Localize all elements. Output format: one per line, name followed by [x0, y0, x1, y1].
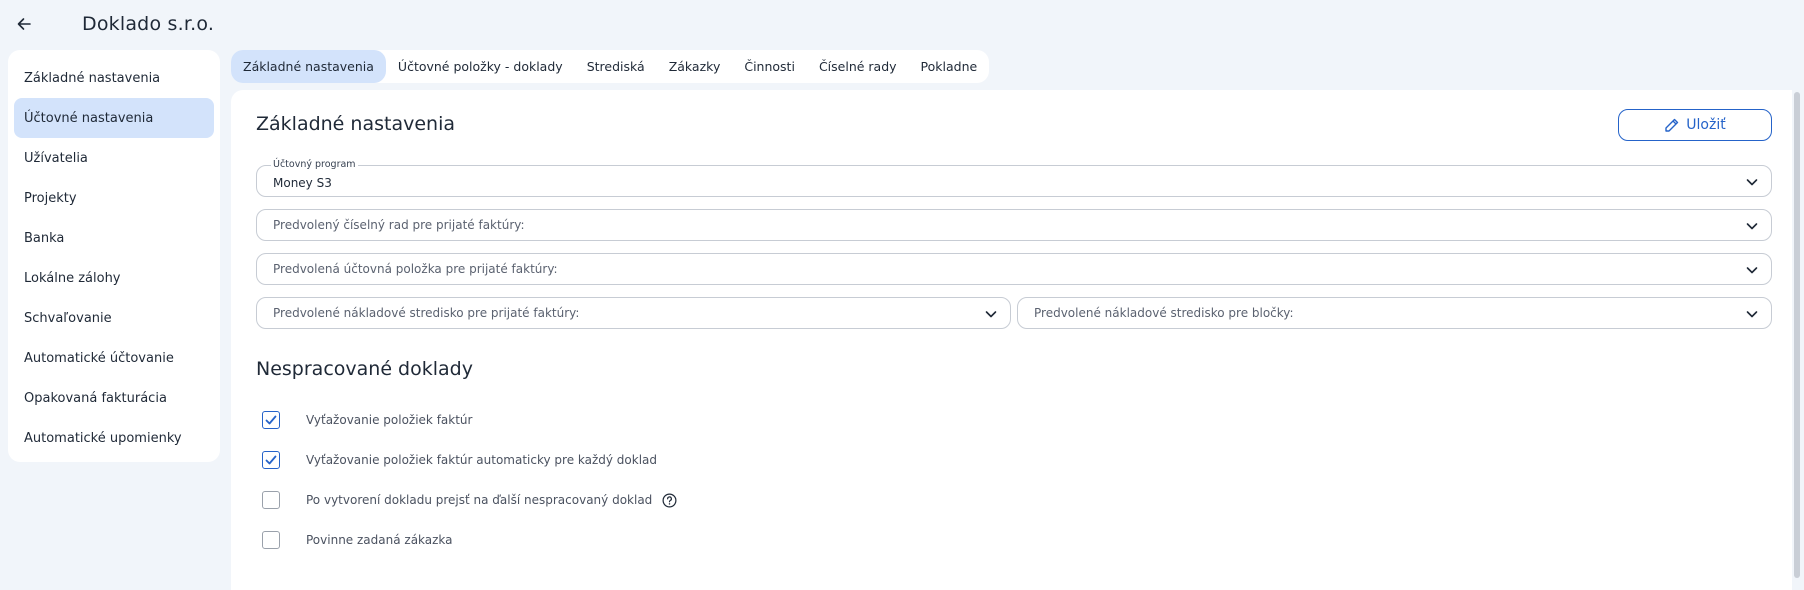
help-icon[interactable] [662, 493, 677, 508]
chevron-down-icon [985, 311, 997, 318]
checkmark-icon [265, 455, 277, 465]
tab-orders[interactable]: Zákazky [657, 50, 733, 83]
top-bar: Doklado s.r.o. [0, 0, 1804, 50]
extract-items-auto-checkbox[interactable] [262, 451, 280, 469]
sidebar-item-local-backups[interactable]: Lokálne zálohy [14, 258, 214, 298]
sidebar-item-label: Banka [24, 230, 65, 246]
sidebar: Základné nastavenia Účtovné nastavenia U… [8, 50, 220, 462]
cost-center-invoices-select[interactable]: Predvolené nákladové stredisko pre prija… [256, 297, 1011, 329]
sidebar-item-bank[interactable]: Banka [14, 218, 214, 258]
tab-accounting-items[interactable]: Účtovné položky - doklady [386, 50, 575, 83]
section-title-unprocessed: Nespracované doklady [256, 358, 473, 380]
save-button[interactable]: Uložiť [1618, 109, 1772, 141]
pencil-icon [1665, 118, 1679, 132]
checkbox-row: Povinne zadaná zákazka [262, 530, 453, 550]
tab-basic-settings[interactable]: Základné nastavenia [231, 50, 386, 83]
chevron-down-icon [1746, 267, 1758, 274]
extract-items-checkbox[interactable] [262, 411, 280, 429]
accounting-item-select[interactable]: Predvolená účtovná položka pre prijaté f… [256, 253, 1772, 285]
checkbox-label: Vyťažovanie položiek faktúr [306, 413, 473, 427]
tab-number-series[interactable]: Číselné rady [807, 50, 909, 83]
arrow-left-icon [17, 18, 31, 30]
sidebar-item-basic-settings[interactable]: Základné nastavenia [14, 58, 214, 98]
tab-cash-registers[interactable]: Pokladne [909, 50, 990, 83]
sidebar-item-label: Projekty [24, 190, 77, 206]
number-series-select[interactable]: Predvolený číselný rad pre prijaté faktú… [256, 209, 1772, 241]
accounting-item-placeholder: Predvolená účtovná položka pre prijaté f… [273, 262, 558, 276]
sidebar-item-label: Schvaľovanie [24, 310, 112, 326]
chevron-down-icon [1746, 179, 1758, 186]
sidebar-item-label: Opakovaná fakturácia [24, 390, 167, 406]
checkbox-row: Vyťažovanie položiek faktúr [262, 410, 472, 430]
cost-center-receipts-placeholder: Predvolené nákladové stredisko pre bločk… [1034, 306, 1294, 320]
chevron-down-icon [1746, 223, 1758, 230]
checkbox-row: Vyťažovanie položiek faktúr automaticky … [262, 450, 657, 470]
sidebar-item-accounting-settings[interactable]: Účtovné nastavenia [14, 98, 214, 138]
go-to-next-checkbox[interactable] [262, 491, 280, 509]
sidebar-item-label: Automatické účtovanie [24, 350, 174, 366]
checkbox-label: Povinne zadaná zákazka [306, 533, 453, 547]
checkmark-icon [265, 415, 277, 425]
sidebar-item-projects[interactable]: Projekty [14, 178, 214, 218]
cost-center-invoices-placeholder: Predvolené nákladové stredisko pre prija… [273, 306, 580, 320]
chevron-down-icon [1746, 311, 1758, 318]
sidebar-item-users[interactable]: Užívatelia [14, 138, 214, 178]
sidebar-item-label: Lokálne zálohy [24, 270, 121, 286]
sidebar-item-auto-accounting[interactable]: Automatické účtovanie [14, 338, 214, 378]
checkbox-label: Vyťažovanie položiek faktúr automaticky … [306, 453, 658, 467]
accounting-program-value: Money S3 [273, 176, 332, 190]
page-title: Doklado s.r.o. [82, 13, 215, 35]
sidebar-item-label: Účtovné nastavenia [24, 110, 154, 126]
checkbox-row: Po vytvorení dokladu prejsť na ďalší nes… [262, 490, 677, 510]
required-order-checkbox[interactable] [262, 531, 280, 549]
section-title-basic: Základné nastavenia [256, 113, 455, 135]
sidebar-item-label: Základné nastavenia [24, 70, 161, 86]
number-series-placeholder: Predvolený číselný rad pre prijaté faktú… [273, 218, 525, 232]
save-button-label: Uložiť [1686, 117, 1726, 133]
sidebar-item-label: Automatické upomienky [24, 430, 182, 446]
cost-center-receipts-select[interactable]: Predvolené nákladové stredisko pre bločk… [1017, 297, 1772, 329]
sidebar-item-recurring-invoicing[interactable]: Opakovaná fakturácia [14, 378, 214, 418]
accounting-program-label: Účtovný program [271, 159, 358, 170]
sidebar-item-approval[interactable]: Schvaľovanie [14, 298, 214, 338]
tab-bar: Základné nastavenia Účtovné položky - do… [231, 50, 990, 83]
accounting-program-select[interactable]: Účtovný program Money S3 [256, 159, 1772, 197]
question-circle-icon [662, 493, 677, 507]
sidebar-item-label: Užívatelia [24, 150, 88, 166]
sidebar-item-auto-reminders[interactable]: Automatické upomienky [14, 418, 214, 458]
tab-activities[interactable]: Činnosti [732, 50, 807, 83]
checkbox-label: Po vytvorení dokladu prejsť na ďalší nes… [306, 493, 653, 507]
back-button[interactable] [12, 12, 36, 36]
tab-cost-centers[interactable]: Strediská [575, 50, 657, 83]
scrollbar[interactable] [1794, 92, 1800, 578]
